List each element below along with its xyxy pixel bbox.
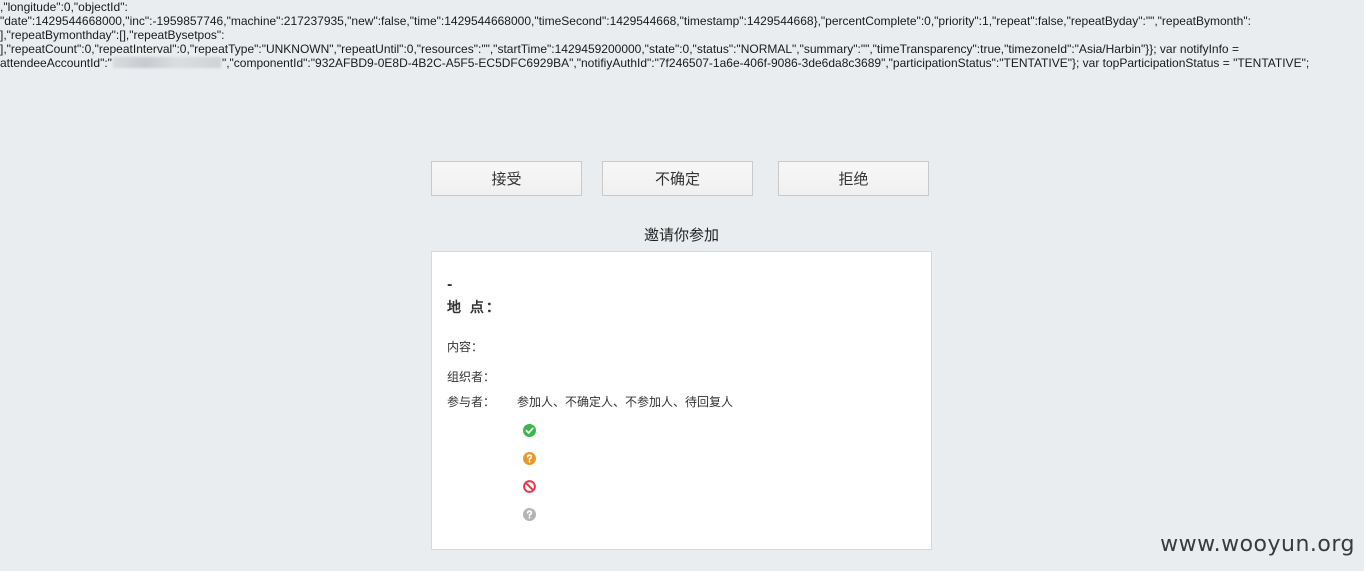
source-line: ,"longitude":0,"objectId": <box>0 0 1364 14</box>
source-text: attendeeAccountId":" <box>0 56 112 70</box>
content-label: 内容： <box>447 340 484 354</box>
pending-question-icon <box>523 508 536 521</box>
redacted-email <box>112 57 221 68</box>
source-text: ","componentId":"932AFBD9-0E8D-4B2C-A5F5… <box>221 56 1310 70</box>
location-label: 地 点： <box>447 300 502 316</box>
source-text: ,"longitude":0,"objectId": <box>0 0 128 14</box>
source-text: "date":1429544668000,"inc":-1959857746,"… <box>0 14 1251 28</box>
response-action-bar: 接受 不确定 拒绝 <box>0 161 1364 196</box>
response-source-text: ,"longitude":0,"objectId": "date":142954… <box>0 0 1364 70</box>
attendee-status-legend: 参加人、不确定人、不参加人、待回复人 <box>517 395 734 409</box>
source-line: attendeeAccountId":" ","componentId":"932… <box>0 56 1364 70</box>
watermark: www.wooyun.org <box>1160 532 1355 557</box>
tentative-question-icon <box>523 452 536 465</box>
accepted-check-icon <box>523 424 536 437</box>
decline-button[interactable]: 拒绝 <box>778 161 929 196</box>
source-line: ],"repeatCount":0,"repeatInterval":0,"re… <box>0 42 1364 56</box>
invite-title: 邀请你参加 <box>643 226 719 244</box>
accept-button[interactable]: 接受 <box>431 161 582 196</box>
source-text: ],"repeatBymonthday":[],"repeatBysetpos"… <box>0 28 225 42</box>
tentative-button[interactable]: 不确定 <box>602 161 753 196</box>
source-line: "date":1429544668000,"inc":-1959857746,"… <box>0 14 1364 28</box>
event-time: - <box>447 278 453 293</box>
invitation-card: - 地 点： 内容： 组织者： 参与者： 参加人、不确定人、不参加人、待回复人 <box>431 251 932 550</box>
organizer-label: 组织者： <box>447 370 496 384</box>
declined-ban-icon <box>523 480 536 493</box>
attendees-label: 参与者： <box>447 395 496 409</box>
source-text: ],"repeatCount":0,"repeatInterval":0,"re… <box>0 42 1239 56</box>
source-line: ],"repeatBymonthday":[],"repeatBysetpos"… <box>0 28 1364 42</box>
